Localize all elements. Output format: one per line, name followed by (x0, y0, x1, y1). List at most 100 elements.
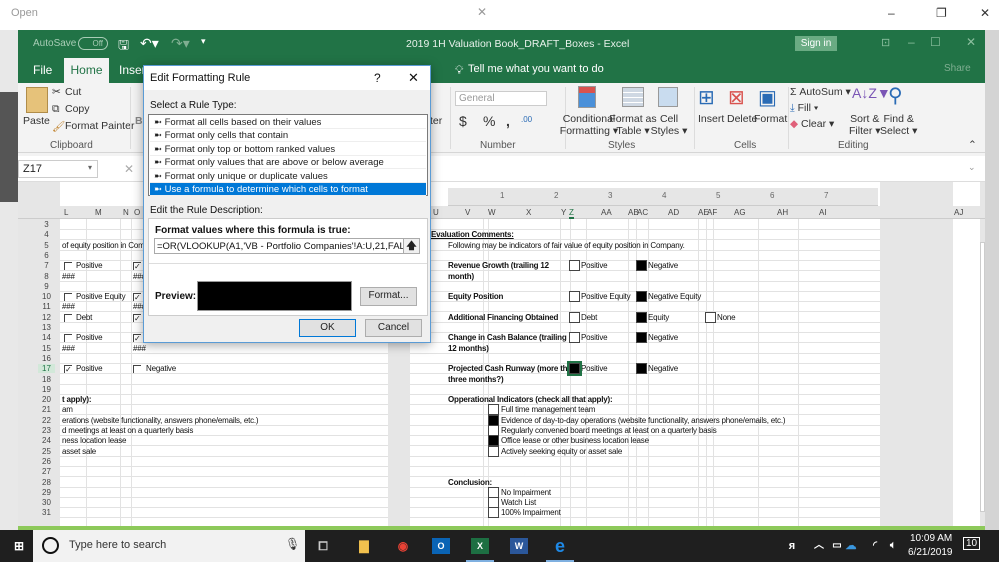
outlook-icon[interactable]: O (432, 538, 450, 554)
cell-text[interactable]: Regularly convened board meetings at lea… (501, 426, 717, 435)
filled-box[interactable] (567, 361, 582, 377)
bold-icon[interactable]: B (135, 115, 143, 127)
column-header-z[interactable]: Z (569, 208, 574, 219)
checkbox-checked[interactable]: ✓ (133, 334, 141, 343)
column-header-ah[interactable]: AH (777, 208, 788, 217)
rule-type-item[interactable]: ➼ Format all cells based on their values (150, 116, 426, 129)
column-header-ac[interactable]: AC (637, 208, 648, 217)
cell-text[interactable]: ### (133, 344, 146, 353)
excel-close-icon[interactable]: ✕ (966, 35, 976, 49)
checkbox-unchecked[interactable] (133, 365, 141, 374)
cell-text[interactable]: Positive (581, 261, 608, 270)
excel-minimize-icon[interactable]: – (908, 35, 915, 49)
excel-maximize-icon[interactable]: ☐ (930, 35, 941, 49)
merge-center-button[interactable]: ter (430, 115, 442, 127)
row-header-17[interactable]: 17 (38, 364, 55, 374)
wifi-icon[interactable]: ◜ (866, 538, 884, 554)
paste-button[interactable]: Paste (23, 115, 50, 127)
file-explorer-icon[interactable]: ▇ (355, 538, 373, 554)
formula-input[interactable]: =OR(VLOOKUP(A1,'VB - Portfolio Companies… (157, 241, 419, 252)
column-header-u[interactable]: U (433, 208, 439, 217)
undo-icon[interactable]: ↶▾ (140, 35, 159, 52)
cell-text[interactable]: am (62, 405, 73, 414)
row-header-7[interactable]: 7 (38, 261, 55, 270)
column-header-w[interactable]: W (488, 208, 496, 217)
column-header-x[interactable]: X (526, 208, 531, 217)
empty-box[interactable] (569, 260, 580, 272)
checkbox-unchecked[interactable] (64, 313, 72, 322)
tab-home[interactable]: Home (64, 58, 109, 83)
checkbox-unchecked[interactable] (64, 334, 72, 343)
cell-text[interactable]: No Impairment (501, 488, 551, 497)
close-icon[interactable]: ✕ (980, 6, 990, 20)
filled-box[interactable] (636, 311, 647, 323)
customize-toolbar-icon[interactable]: ▾ (201, 36, 206, 47)
number-format-select[interactable]: General (455, 91, 547, 106)
row-header-11[interactable]: 11 (38, 302, 55, 311)
cell-text[interactable]: Positive (581, 333, 608, 342)
empty-box[interactable] (488, 445, 499, 457)
share-button[interactable]: Share (944, 63, 971, 74)
row-header-29[interactable]: 29 (38, 488, 55, 497)
row-header-23[interactable]: 23 (38, 426, 55, 435)
row-header-28[interactable]: 28 (38, 478, 55, 487)
row-header-5[interactable]: 5 (38, 241, 55, 250)
cell-text[interactable]: Positive Equity (581, 292, 631, 301)
cell-text[interactable]: ness location lease (62, 436, 126, 445)
ribbon-display-icon[interactable]: ⊡ (881, 36, 890, 49)
row-header-9[interactable]: 9 (38, 282, 55, 291)
column-header-l[interactable]: L (64, 208, 68, 217)
restore-icon[interactable]: ❐ (936, 6, 947, 20)
row-header-21[interactable]: 21 (38, 405, 55, 414)
excel-taskbar-icon[interactable]: X (471, 538, 489, 554)
comma-button[interactable]: , (506, 113, 510, 129)
cell-text[interactable]: Evidence of day-to-day operations (websi… (501, 416, 786, 425)
cell-text[interactable]: None (717, 313, 736, 322)
filled-box[interactable] (636, 363, 647, 375)
row-header-8[interactable]: 8 (38, 272, 55, 281)
cell-text[interactable]: Revenue Growth (trailing 12 (448, 261, 549, 270)
checkbox-checked[interactable]: ✓ (133, 313, 141, 322)
filled-box[interactable] (636, 291, 647, 303)
cell-text[interactable]: erations (website functionality, answers… (62, 416, 259, 425)
clock-time[interactable]: 10:09 AM (910, 533, 952, 544)
cell-text[interactable]: Negative (648, 261, 678, 270)
chrome-icon[interactable]: ◉ (394, 538, 412, 554)
cell-text[interactable]: Debt (76, 313, 92, 322)
onedrive-icon[interactable]: ☁ (842, 538, 860, 554)
row-header-19[interactable]: 19 (38, 385, 55, 394)
windows-start-icon[interactable]: ⊞ (10, 538, 28, 554)
name-box-dropdown-icon[interactable]: ▾ (88, 163, 92, 172)
cell-text[interactable]: three months?) (448, 375, 504, 384)
row-header-18[interactable]: 18 (38, 375, 55, 384)
row-header-13[interactable]: 13 (38, 323, 55, 332)
column-header-aa[interactable]: AA (601, 208, 612, 217)
row-header-20[interactable]: 20 (38, 395, 55, 404)
name-box[interactable]: Z17 (18, 160, 98, 178)
cell-text[interactable]: Equity (648, 313, 669, 322)
insert-button[interactable]: Insert (698, 113, 724, 125)
cell-text[interactable]: month) (448, 272, 474, 281)
tab-file[interactable]: File (33, 63, 52, 77)
find-select-button[interactable]: Find & Select ▾ (880, 113, 917, 137)
word-icon[interactable]: W (510, 538, 528, 554)
row-header-31[interactable]: 31 (38, 508, 55, 517)
row-header-26[interactable]: 26 (38, 457, 55, 466)
cut-button[interactable]: Cut (65, 86, 81, 98)
save-icon[interactable]: 🖫 (118, 36, 129, 58)
row-header-22[interactable]: 22 (38, 416, 55, 425)
collapse-dialog-icon[interactable]: 🡅 (403, 239, 419, 253)
clear-button[interactable]: ◆ Clear ▾ (790, 118, 834, 130)
cell-text[interactable]: Opperational Indicators (check all that … (448, 395, 613, 404)
ok-button[interactable]: OK (299, 319, 356, 337)
cell-text[interactable]: Negative (648, 364, 678, 373)
format-painter-button[interactable]: Format Painter (65, 120, 134, 132)
column-header-o[interactable]: O (134, 208, 140, 217)
clock-date[interactable]: 6/21/2019 (908, 547, 953, 558)
percent-button[interactable]: % (483, 113, 495, 129)
format-button[interactable]: Format... (360, 287, 417, 306)
row-header-12[interactable]: 12 (38, 313, 55, 322)
notifications-badge[interactable]: 10 (963, 537, 981, 550)
column-header-ai[interactable]: AI (819, 208, 827, 217)
cancel-button[interactable]: Cancel (365, 319, 422, 337)
